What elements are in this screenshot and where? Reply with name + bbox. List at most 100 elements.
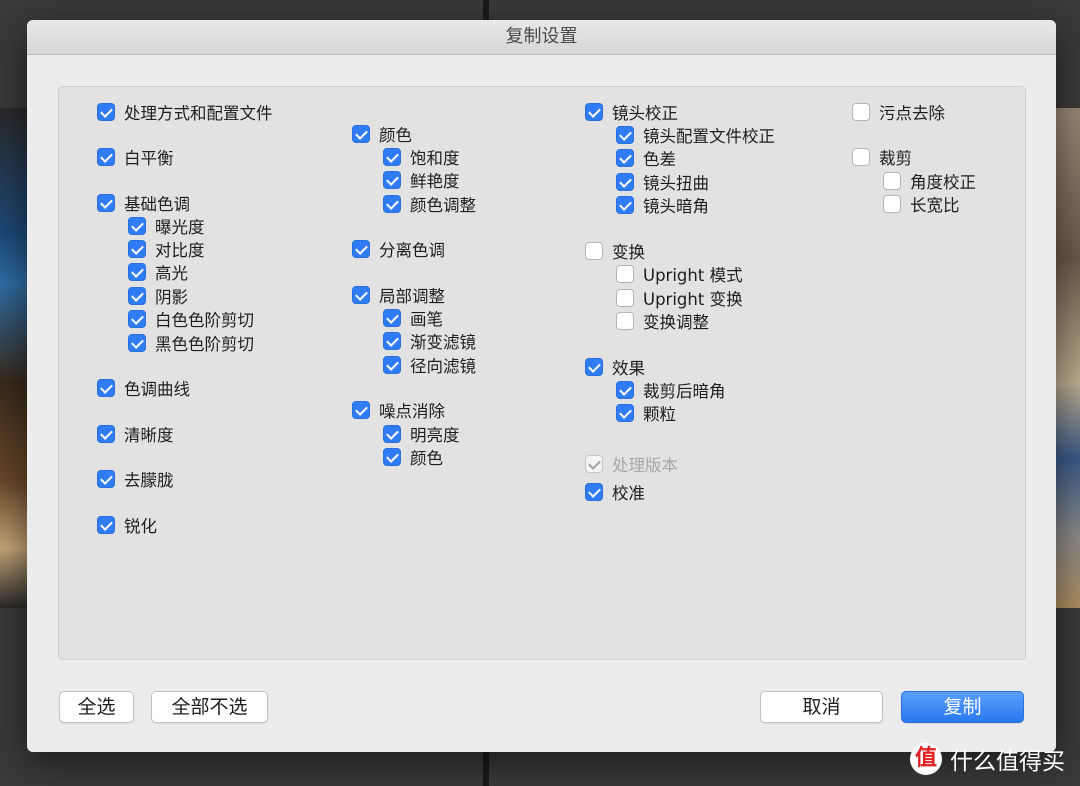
checkbox[interactable] [883, 172, 901, 190]
setting-highlights[interactable]: 高光 [128, 261, 188, 283]
checkbox[interactable] [852, 103, 870, 121]
copy-settings-dialog: 复制设置 处理方式和配置文件 白平衡 基础色调 曝光度 对比度 高光 阴影 白色… [27, 20, 1056, 752]
setting-black-clipping[interactable]: 黑色色阶剪切 [128, 332, 254, 354]
setting-shadows[interactable]: 阴影 [128, 285, 188, 307]
checkbox[interactable] [128, 334, 146, 352]
checkbox[interactable] [585, 483, 603, 501]
checkbox[interactable] [128, 310, 146, 328]
setting-lens-distortion[interactable]: 镜头扭曲 [616, 171, 709, 193]
checkbox[interactable] [97, 103, 115, 121]
checkbox[interactable] [883, 195, 901, 213]
setting-label: 颜色调整 [410, 196, 476, 215]
checkbox[interactable] [128, 217, 146, 235]
logo-glyph: 值 [914, 746, 937, 771]
setting-vibrance[interactable]: 鲜艳度 [383, 169, 460, 191]
setting-sharpening[interactable]: 锐化 [97, 514, 157, 536]
setting-tone-curve[interactable]: 色调曲线 [97, 377, 190, 399]
setting-label: 基础色调 [124, 195, 190, 214]
checkbox[interactable] [97, 379, 115, 397]
checkbox[interactable] [383, 171, 401, 189]
setting-color-adjustment[interactable]: 颜色调整 [383, 193, 476, 215]
checkbox[interactable] [128, 287, 146, 305]
setting-upright-transform[interactable]: Upright 变换 [616, 287, 743, 309]
setting-label: 对比度 [155, 241, 205, 260]
checkbox[interactable] [383, 195, 401, 213]
checkbox[interactable] [616, 196, 634, 214]
smzdm-logo-icon: 值 [910, 743, 942, 775]
setting-basic-tone[interactable]: 基础色调 [97, 192, 190, 214]
setting-label: 明亮度 [410, 426, 460, 445]
setting-transform-adjustments[interactable]: 变换调整 [616, 310, 709, 332]
setting-lens-vignetting[interactable]: 镜头暗角 [616, 194, 709, 216]
setting-luminance[interactable]: 明亮度 [383, 423, 460, 445]
checkbox[interactable] [616, 404, 634, 422]
setting-noise-reduction[interactable]: 噪点消除 [352, 399, 445, 421]
setting-label: 白色色阶剪切 [155, 311, 254, 330]
setting-noise-color[interactable]: 颜色 [383, 446, 443, 468]
setting-aspect-ratio[interactable]: 长宽比 [883, 193, 960, 215]
checkbox[interactable] [616, 126, 634, 144]
setting-clarity[interactable]: 清晰度 [97, 423, 174, 445]
checkbox[interactable] [585, 358, 603, 376]
checkbox[interactable] [616, 265, 634, 283]
checkbox[interactable] [616, 312, 634, 330]
setting-lens-corrections[interactable]: 镜头校正 [585, 101, 678, 123]
checkbox[interactable] [383, 448, 401, 466]
setting-split-toning[interactable]: 分离色调 [352, 238, 445, 260]
checkbox[interactable] [97, 470, 115, 488]
setting-label: 径向滤镜 [410, 357, 476, 376]
cancel-button[interactable]: 取消 [760, 691, 883, 723]
setting-dehaze[interactable]: 去朦胧 [97, 468, 174, 490]
checkbox[interactable] [616, 173, 634, 191]
checkbox[interactable] [352, 286, 370, 304]
setting-contrast[interactable]: 对比度 [128, 238, 205, 260]
setting-calibration[interactable]: 校准 [585, 481, 645, 503]
setting-exposure[interactable]: 曝光度 [128, 215, 205, 237]
setting-chromatic-aberration[interactable]: 色差 [616, 147, 676, 169]
checkbox[interactable] [128, 240, 146, 258]
setting-lens-profile[interactable]: 镜头配置文件校正 [616, 124, 775, 146]
setting-saturation[interactable]: 饱和度 [383, 146, 460, 168]
select-all-button[interactable]: 全选 [59, 691, 134, 723]
checkbox[interactable] [383, 309, 401, 327]
setting-label: 变换调整 [643, 313, 709, 332]
copy-button[interactable]: 复制 [901, 691, 1024, 723]
setting-local-adjustments[interactable]: 局部调整 [352, 284, 445, 306]
checkbox[interactable] [97, 194, 115, 212]
checkbox[interactable] [616, 149, 634, 167]
setting-process-profile[interactable]: 处理方式和配置文件 [97, 101, 273, 123]
setting-brush[interactable]: 画笔 [383, 307, 443, 329]
checkbox[interactable] [97, 516, 115, 534]
checkbox[interactable] [352, 240, 370, 258]
checkbox[interactable] [383, 425, 401, 443]
checkbox[interactable] [97, 425, 115, 443]
checkbox[interactable] [352, 401, 370, 419]
checkbox[interactable] [97, 148, 115, 166]
setting-crop[interactable]: 裁剪 [852, 146, 912, 168]
checkbox[interactable] [352, 125, 370, 143]
checkbox[interactable] [585, 103, 603, 121]
checkbox[interactable] [128, 263, 146, 281]
checkbox[interactable] [585, 242, 603, 260]
setting-radial-filter[interactable]: 径向滤镜 [383, 354, 476, 376]
checkbox[interactable] [616, 381, 634, 399]
setting-effects[interactable]: 效果 [585, 356, 645, 378]
setting-label: 噪点消除 [379, 402, 445, 421]
checkbox[interactable] [616, 289, 634, 307]
checkbox[interactable] [383, 148, 401, 166]
setting-color[interactable]: 颜色 [352, 123, 412, 145]
setting-transform[interactable]: 变换 [585, 240, 645, 262]
checkbox[interactable] [383, 356, 401, 374]
setting-white-balance[interactable]: 白平衡 [97, 146, 174, 168]
setting-spot-removal[interactable]: 污点去除 [852, 101, 945, 123]
setting-white-clipping[interactable]: 白色色阶剪切 [128, 308, 254, 330]
checkbox[interactable] [852, 148, 870, 166]
setting-upright-mode[interactable]: Upright 模式 [616, 263, 743, 285]
setting-label: 污点去除 [879, 104, 945, 123]
checkbox[interactable] [383, 332, 401, 350]
setting-graduated-filter[interactable]: 渐变滤镜 [383, 330, 476, 352]
setting-straighten-angle[interactable]: 角度校正 [883, 170, 976, 192]
select-none-button[interactable]: 全部不选 [151, 691, 268, 723]
setting-grain[interactable]: 颗粒 [616, 402, 676, 424]
setting-post-crop-vignetting[interactable]: 裁剪后暗角 [616, 379, 726, 401]
